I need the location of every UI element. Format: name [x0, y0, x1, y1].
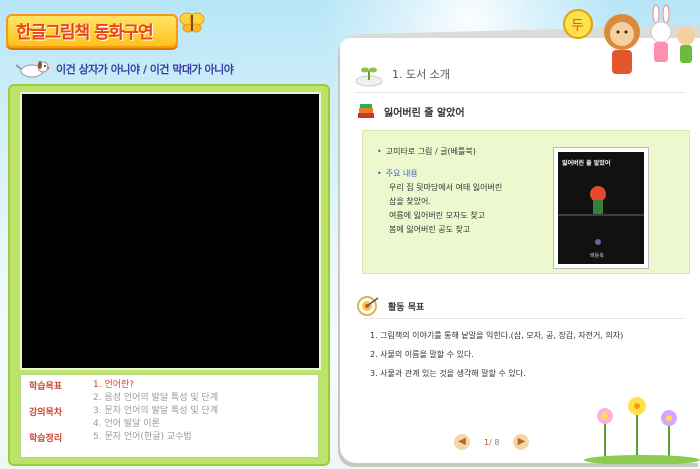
- menu-items: 1. 언어란? 2. 음성 언어의 발달 특성 및 단계 3. 문자 언어의 발…: [93, 379, 218, 444]
- activity-header: 활동 목표: [356, 296, 424, 316]
- summary-text: 우리 집 뒷마당에서 여태 잃어버린 삽을 찾았어. 여름에 잃어버린 모자도 …: [389, 181, 502, 237]
- svg-text:두: 두: [571, 18, 584, 34]
- activity-goals: 1. 그림책의 이야기를 통해 낱말을 익힌다.(삽, 모자, 공, 장갑, 자…: [370, 326, 623, 383]
- menu-category-objectives[interactable]: 학습목표: [29, 379, 99, 405]
- menu-category-summary[interactable]: 학습정리: [29, 431, 99, 457]
- pager: ◀ 1 / 8 ▶: [454, 434, 530, 450]
- summary-label-line: • 주요 내용: [377, 167, 418, 181]
- menu-item-5[interactable]: 5. 문자 언어(한글) 교수법: [93, 431, 218, 444]
- book-cover: 잃어버린 줄 알았어 베틀북: [553, 147, 649, 269]
- target-icon: [357, 296, 379, 316]
- sprout-icon: [355, 67, 383, 87]
- book-info-box: • 고미타로 그림 / 글(베틀북) • 주요 내용 우리 집 뒷마당에서 여태 잃…: [362, 130, 690, 274]
- menu-category-contents[interactable]: 강의목차: [29, 405, 99, 431]
- video-player[interactable]: [20, 92, 321, 370]
- books-icon: [358, 104, 374, 118]
- goal-item: 3. 사물과 관계 있는 것을 생각해 말할 수 있다.: [370, 369, 526, 378]
- summary-label: 주요 내용: [385, 169, 418, 178]
- subtitle-row: 이건 상자가 아니야 / 이건 막대가 아니야: [14, 58, 234, 80]
- section-title: 1. 도서 소개: [392, 68, 450, 81]
- summary-line: 우리 집 뒷마당에서 여태 잃어버린: [389, 183, 503, 192]
- menu-item-2[interactable]: 2. 음성 언어의 발달 특성 및 단계: [93, 392, 218, 405]
- bullet-icon: •: [377, 147, 382, 156]
- cover-illustration: [558, 186, 644, 245]
- summary-line: 여름에 잃어버린 모자도 찾고: [389, 211, 485, 220]
- goal-item: 2. 사물의 이름을 말할 수 있다.: [370, 350, 474, 359]
- lesson-subtitle: 이건 상자가 아니야 / 이건 막대가 아니야: [56, 63, 234, 76]
- video-panel: 학습목표 강의목차 학습정리 1. 언어란? 2. 음성 언어의 발달 특성 및…: [8, 84, 330, 466]
- flowers-decoration: [584, 397, 700, 464]
- lesson-menu: 학습목표 강의목차 학습정리 1. 언어란? 2. 음성 언어의 발달 특성 및…: [20, 374, 319, 458]
- section-divider: [354, 92, 684, 93]
- book-cover-art: 잃어버린 줄 알았어 베틀북: [558, 152, 644, 264]
- menu-categories: 학습목표 강의목차 학습정리: [29, 379, 99, 457]
- author-text: 고미타로 그림 / 글(베틀북): [385, 147, 476, 156]
- app-title-banner: 한글그림책 동화구연: [6, 6, 205, 50]
- author-line: • 고미타로 그림 / 글(베틀북): [377, 145, 476, 159]
- menu-item-3[interactable]: 3. 문자 언어의 발달 특성 및 단계: [93, 405, 218, 418]
- next-page-button[interactable]: ▶: [513, 434, 530, 450]
- menu-item-1[interactable]: 1. 언어란?: [93, 379, 218, 392]
- section-header: 1. 도서 소개: [354, 58, 450, 90]
- book-title: 잃어버린 줄 알았어: [384, 107, 465, 119]
- cover-publisher: 베틀북: [590, 253, 604, 259]
- app-title: 한글그림책 동화구연: [16, 23, 154, 43]
- prev-page-button[interactable]: ◀: [454, 434, 470, 450]
- mascot-characters: 두: [563, 4, 695, 74]
- dog-icon: [15, 61, 50, 78]
- menu-item-4[interactable]: 4. 언어 발달 이론: [93, 418, 218, 431]
- goal-item: 1. 그림책의 이야기를 통해 낱말을 익힌다.(삽, 모자, 공, 장갑, 자…: [370, 331, 624, 340]
- activity-title: 활동 목표: [388, 302, 425, 313]
- summary-line: 봄에 잃어버린 공도 찾고: [389, 225, 471, 234]
- butterfly-icon: [179, 12, 205, 33]
- activity-divider: [364, 318, 684, 319]
- summary-line: 삽을 찾았어.: [389, 197, 431, 206]
- bullet-icon: •: [377, 169, 382, 178]
- pager-total: / 8: [489, 437, 500, 447]
- book-title-row: 잃어버린 줄 알았어: [356, 100, 465, 122]
